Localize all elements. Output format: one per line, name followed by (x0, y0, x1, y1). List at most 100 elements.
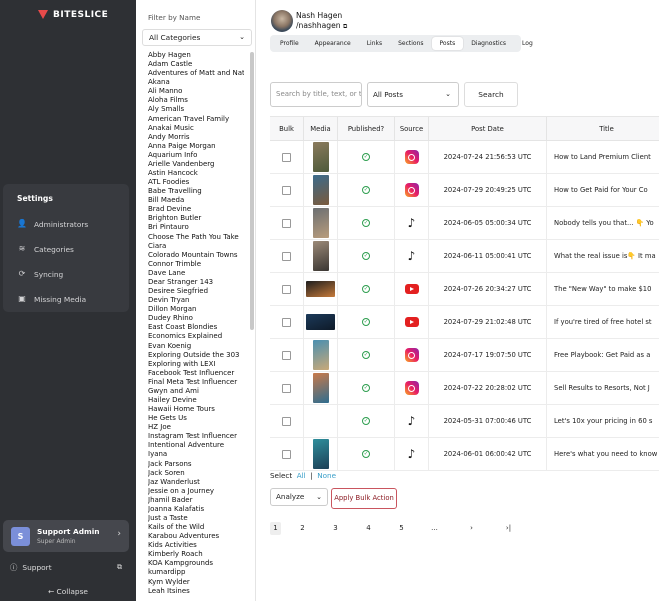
list-item[interactable]: Andy Morris (148, 133, 244, 142)
category-select[interactable]: All Categories ⌄ (142, 29, 252, 46)
bulk-checkbox[interactable] (282, 152, 291, 162)
sidebar-item-categories[interactable]: ≋ Categories (11, 239, 121, 259)
apply-bulk-action-button[interactable]: Apply Bulk Action (331, 488, 397, 509)
list-item[interactable]: East Coast Blondies (148, 323, 244, 332)
bulk-checkbox[interactable] (282, 416, 291, 426)
list-item[interactable]: Aquarium Info (148, 151, 244, 160)
list-item[interactable]: Hailey Devine (148, 396, 244, 405)
post-title[interactable]: If you're tired of free hotel st (547, 306, 659, 338)
list-item[interactable]: HZ Joe (148, 423, 244, 432)
profile-handle[interactable]: /nashhagen ⧉ (296, 21, 347, 31)
sidebar-item-administrators[interactable]: 👤 Administrators (11, 214, 121, 234)
admin-card[interactable]: S Support Admin Super Admin › (3, 520, 129, 552)
select-all-link[interactable]: All (297, 471, 306, 480)
page-link[interactable]: 3 (330, 522, 341, 535)
list-item[interactable]: Arielle Vandenberg (148, 160, 244, 169)
bulk-checkbox[interactable] (282, 251, 291, 261)
scrollbar[interactable] (250, 52, 254, 330)
list-item[interactable]: Instagram Test Influencer (148, 432, 244, 441)
list-item[interactable]: Evan Koenig (148, 342, 244, 351)
page-link[interactable]: ... (429, 522, 440, 535)
list-item[interactable]: Dudey Rhino (148, 314, 244, 323)
list-item[interactable]: kumardipp (148, 568, 244, 577)
post-title[interactable]: Sell Results to Resorts, Not J (547, 372, 659, 404)
list-item[interactable]: Akana (148, 78, 244, 87)
media-thumbnail[interactable] (306, 314, 335, 330)
list-item[interactable]: Kimberly Roach (148, 550, 244, 559)
media-thumbnail[interactable] (312, 340, 329, 370)
list-item[interactable]: Abby Hagen (148, 51, 244, 60)
page-link[interactable]: › (466, 522, 477, 535)
list-item[interactable]: Connor Trimble (148, 260, 244, 269)
list-item[interactable]: Choose The Path You Take (148, 233, 244, 242)
select-none-link[interactable]: None (317, 471, 336, 480)
list-item[interactable]: Jhamil Bader (148, 496, 244, 505)
post-title[interactable]: The "New Way" to make $10 (547, 273, 659, 305)
list-item[interactable]: Brighton Butler (148, 214, 244, 223)
page-link[interactable]: 4 (363, 522, 374, 535)
filter-name-input[interactable]: Filter by Name (142, 10, 250, 26)
list-item[interactable]: Bri Pintauro (148, 223, 244, 232)
tab-appearance[interactable]: Appearance (307, 37, 359, 50)
list-item[interactable]: Dillon Morgan (148, 305, 244, 314)
list-item[interactable]: American Travel Family (148, 115, 244, 124)
list-item[interactable]: Colorado Mountain Towns (148, 251, 244, 260)
tab-log[interactable]: Log (514, 37, 541, 50)
list-item[interactable]: Brad Devine (148, 205, 244, 214)
sidebar-item-syncing[interactable]: ⟳ Syncing (11, 264, 121, 284)
list-item[interactable]: Gwyn and Ami (148, 387, 244, 396)
search-button[interactable]: Search (464, 82, 518, 107)
post-title[interactable]: Let's 10x your pricing in 60 s (547, 405, 659, 437)
bulk-checkbox[interactable] (282, 218, 291, 228)
list-item[interactable]: Economics Explained (148, 332, 244, 341)
post-title[interactable]: Free Playbook: Get Paid as a (547, 339, 659, 371)
bulk-checkbox[interactable] (282, 383, 291, 393)
page-link[interactable]: ›| (503, 522, 514, 535)
post-title[interactable]: Nobody tells you that... 👇 Yo (547, 207, 659, 239)
bulk-checkbox[interactable] (282, 350, 291, 360)
search-input[interactable]: Search by title, text, or ta (270, 82, 362, 107)
list-item[interactable]: Leah Itsines (148, 587, 244, 596)
list-item[interactable]: Devin Tryan (148, 296, 244, 305)
list-item[interactable]: Iyana (148, 450, 244, 459)
list-item[interactable]: Just a Taste (148, 514, 244, 523)
media-thumbnail[interactable] (312, 439, 329, 469)
list-item[interactable]: Dave Lane (148, 269, 244, 278)
list-item[interactable]: Exploring with LEXI (148, 360, 244, 369)
tab-links[interactable]: Links (359, 37, 390, 50)
bulk-checkbox[interactable] (282, 449, 291, 459)
tab-diagnostics[interactable]: Diagnostics (463, 37, 514, 50)
tab-sections[interactable]: Sections (390, 37, 431, 50)
tab-profile[interactable]: Profile (272, 37, 307, 50)
list-item[interactable]: Aly Smalls (148, 105, 244, 114)
list-item[interactable]: Ciara (148, 242, 244, 251)
post-title[interactable]: What the real issue is👇 It ma (547, 240, 659, 272)
list-item[interactable]: He Gets Us (148, 414, 244, 423)
media-thumbnail[interactable] (312, 241, 329, 271)
list-item[interactable]: Babe Travelling (148, 187, 244, 196)
list-item[interactable]: Kym Wylder (148, 578, 244, 587)
list-item[interactable]: Anna Paige Morgan (148, 142, 244, 151)
bulk-checkbox[interactable] (282, 317, 291, 327)
tab-posts[interactable]: Posts (431, 37, 464, 50)
list-item[interactable]: Final Meta Test Influencer (148, 378, 244, 387)
media-thumbnail[interactable] (312, 175, 329, 205)
sidebar-item-missing-media[interactable]: ▣ Missing Media (11, 289, 121, 309)
media-thumbnail[interactable] (312, 373, 329, 403)
list-item[interactable]: Joanna Kalafatis (148, 505, 244, 514)
page-link[interactable]: 2 (297, 522, 308, 535)
list-item[interactable]: Exploring Outside the 303 (148, 351, 244, 360)
posts-filter-select[interactable]: All Posts ⌄ (367, 82, 459, 107)
list-item[interactable]: Intentional Adventure (148, 441, 244, 450)
media-thumbnail[interactable] (312, 208, 329, 238)
list-item[interactable]: Bill Maeda (148, 196, 244, 205)
collapse-button[interactable]: ← Collapse (0, 587, 136, 596)
media-thumbnail[interactable] (306, 281, 335, 297)
support-link[interactable]: ⓘ Support ⧉ (10, 562, 122, 573)
list-item[interactable]: Jack Parsons (148, 460, 244, 469)
page-link[interactable]: 1 (270, 522, 281, 535)
list-item[interactable]: Kids Activities (148, 541, 244, 550)
brand-logo[interactable]: BITESLICE (0, 0, 136, 22)
list-item[interactable]: Ali Manno (148, 87, 244, 96)
media-thumbnail[interactable] (312, 142, 329, 172)
